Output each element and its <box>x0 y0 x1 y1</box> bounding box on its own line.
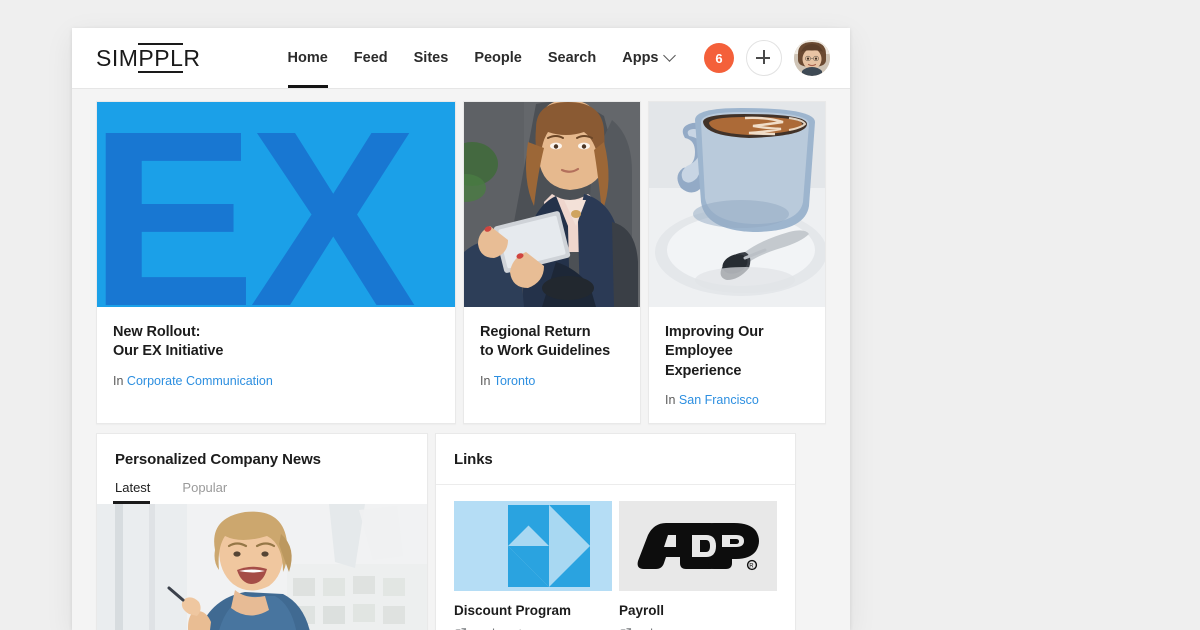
nav-label-apps: Apps <box>622 50 659 66</box>
link-item-discount-program[interactable]: Discount Program perkspot.com <box>454 500 612 630</box>
nav-item-home[interactable]: Home <box>275 28 341 88</box>
simpplr-logo[interactable]: SIM PPL R <box>96 43 201 73</box>
featured-card-title: Improving Our Employee Experience <box>665 324 764 379</box>
tab-popular-label: Popular <box>182 479 228 495</box>
perkspot-logo-thumb <box>454 500 612 591</box>
nav-item-sites[interactable]: Sites <box>401 28 462 88</box>
nav-item-search[interactable]: Search <box>535 28 609 88</box>
logo-part-marked: PPL <box>138 43 184 73</box>
link-item-payroll[interactable]: R Payroll <box>619 500 777 630</box>
notification-badge[interactable]: 6 <box>704 43 734 73</box>
featured-card-media <box>464 102 640 307</box>
logo-part-before: SIM <box>96 45 139 71</box>
link-title: Discount Program <box>454 602 572 618</box>
nav-label-people: People <box>474 50 522 66</box>
avatar-image <box>794 40 830 76</box>
featured-card-media: EX <box>97 102 455 307</box>
photo-smiling-woman-office <box>97 503 427 630</box>
chevron-down-icon <box>663 48 677 62</box>
app-window: SIMPPLR Home Feed Sites People Search <box>72 28 850 630</box>
featured-card-employee-experience[interactable]: Improving Our Employee Experience In San… <box>648 101 826 424</box>
meta-prefix: In <box>113 373 124 388</box>
links-panel-title: Links <box>454 450 493 468</box>
avatar[interactable] <box>794 40 830 76</box>
meta-prefix: In <box>665 392 676 407</box>
links-panel-header: Links <box>436 434 795 485</box>
nav-label-sites: Sites <box>413 50 449 66</box>
news-tabs: Latest Popular <box>97 480 427 504</box>
nav-label-search: Search <box>547 50 597 66</box>
logo-part-after: R <box>183 45 201 71</box>
links-list: Discount Program perkspot.com <box>436 485 795 630</box>
perkspot-diamond-icon <box>508 504 590 587</box>
create-button[interactable] <box>746 40 782 76</box>
featured-card-body: New Rollout: Our EX Initiative In Corpor… <box>97 307 455 404</box>
meta-site-link[interactable]: Toronto <box>494 374 536 388</box>
meta-prefix: In <box>480 373 491 388</box>
photo-woman-with-tablet <box>464 102 640 307</box>
featured-card-body: Regional Return to Work Guidelines In To… <box>464 307 640 404</box>
top-bar-actions: 6 <box>704 28 830 88</box>
nav-item-feed[interactable]: Feed <box>341 28 401 88</box>
meta-site-link[interactable]: Corporate Communication <box>127 374 273 388</box>
links-panel: Links Discount Program R Payroll <box>435 432 796 630</box>
featured-card-title: New Rollout: Our EX Initiative <box>113 324 224 360</box>
featured-card-ex-initiative[interactable]: EX New Rollout: Our EX Initiative In Cor… <box>96 101 456 424</box>
featured-card-media <box>649 102 825 307</box>
featured-card-meta: In San Francisco <box>665 393 809 407</box>
tab-latest[interactable]: Latest <box>112 479 160 504</box>
nav-label-feed: Feed <box>353 50 388 66</box>
tab-latest-label: Latest <box>115 479 151 495</box>
photo-latte-coffee-cup <box>649 102 825 307</box>
featured-card-body: Improving Our Employee Experience In San… <box>649 307 825 423</box>
news-panel-title: Personalized Company News <box>115 450 321 468</box>
ex-banner: EX <box>97 102 455 307</box>
adp-logo-icon: R <box>637 522 759 570</box>
main-nav: Home Feed Sites People Search Apps <box>275 28 688 88</box>
featured-card-title: Regional Return to Work Guidelines <box>480 324 611 360</box>
svg-text:EX: EX <box>97 102 415 307</box>
featured-cards-row: EX New Rollout: Our EX Initiative In Cor… <box>96 101 826 424</box>
link-title: Payroll <box>619 602 665 618</box>
top-navigation-bar: SIMPPLR Home Feed Sites People Search <box>72 28 850 89</box>
news-panel-header: Personalized Company News <box>97 434 427 468</box>
featured-card-return-to-work[interactable]: Regional Return to Work Guidelines In To… <box>463 101 641 424</box>
featured-card-meta: In Corporate Communication <box>113 374 439 388</box>
news-article-image[interactable] <box>97 503 427 630</box>
svg-text:R: R <box>749 563 754 569</box>
meta-site-link[interactable]: San Francisco <box>679 393 759 407</box>
ex-banner-letters: EX <box>97 102 421 307</box>
nav-item-people[interactable]: People <box>461 28 535 88</box>
personalized-company-news-panel: Personalized Company News Latest Popular <box>96 432 428 630</box>
adp-logo-thumb: R <box>619 500 777 591</box>
nav-item-apps[interactable]: Apps <box>609 28 687 88</box>
nav-label-home: Home <box>287 50 328 66</box>
screenshot-root: SIMPPLR Home Feed Sites People Search <box>0 0 1200 630</box>
featured-card-meta: In Toronto <box>480 374 624 388</box>
lower-panels-row: Personalized Company News Latest Popular <box>96 432 826 630</box>
page-content: EX New Rollout: Our EX Initiative In Cor… <box>72 89 850 630</box>
tab-popular[interactable]: Popular <box>182 480 237 504</box>
